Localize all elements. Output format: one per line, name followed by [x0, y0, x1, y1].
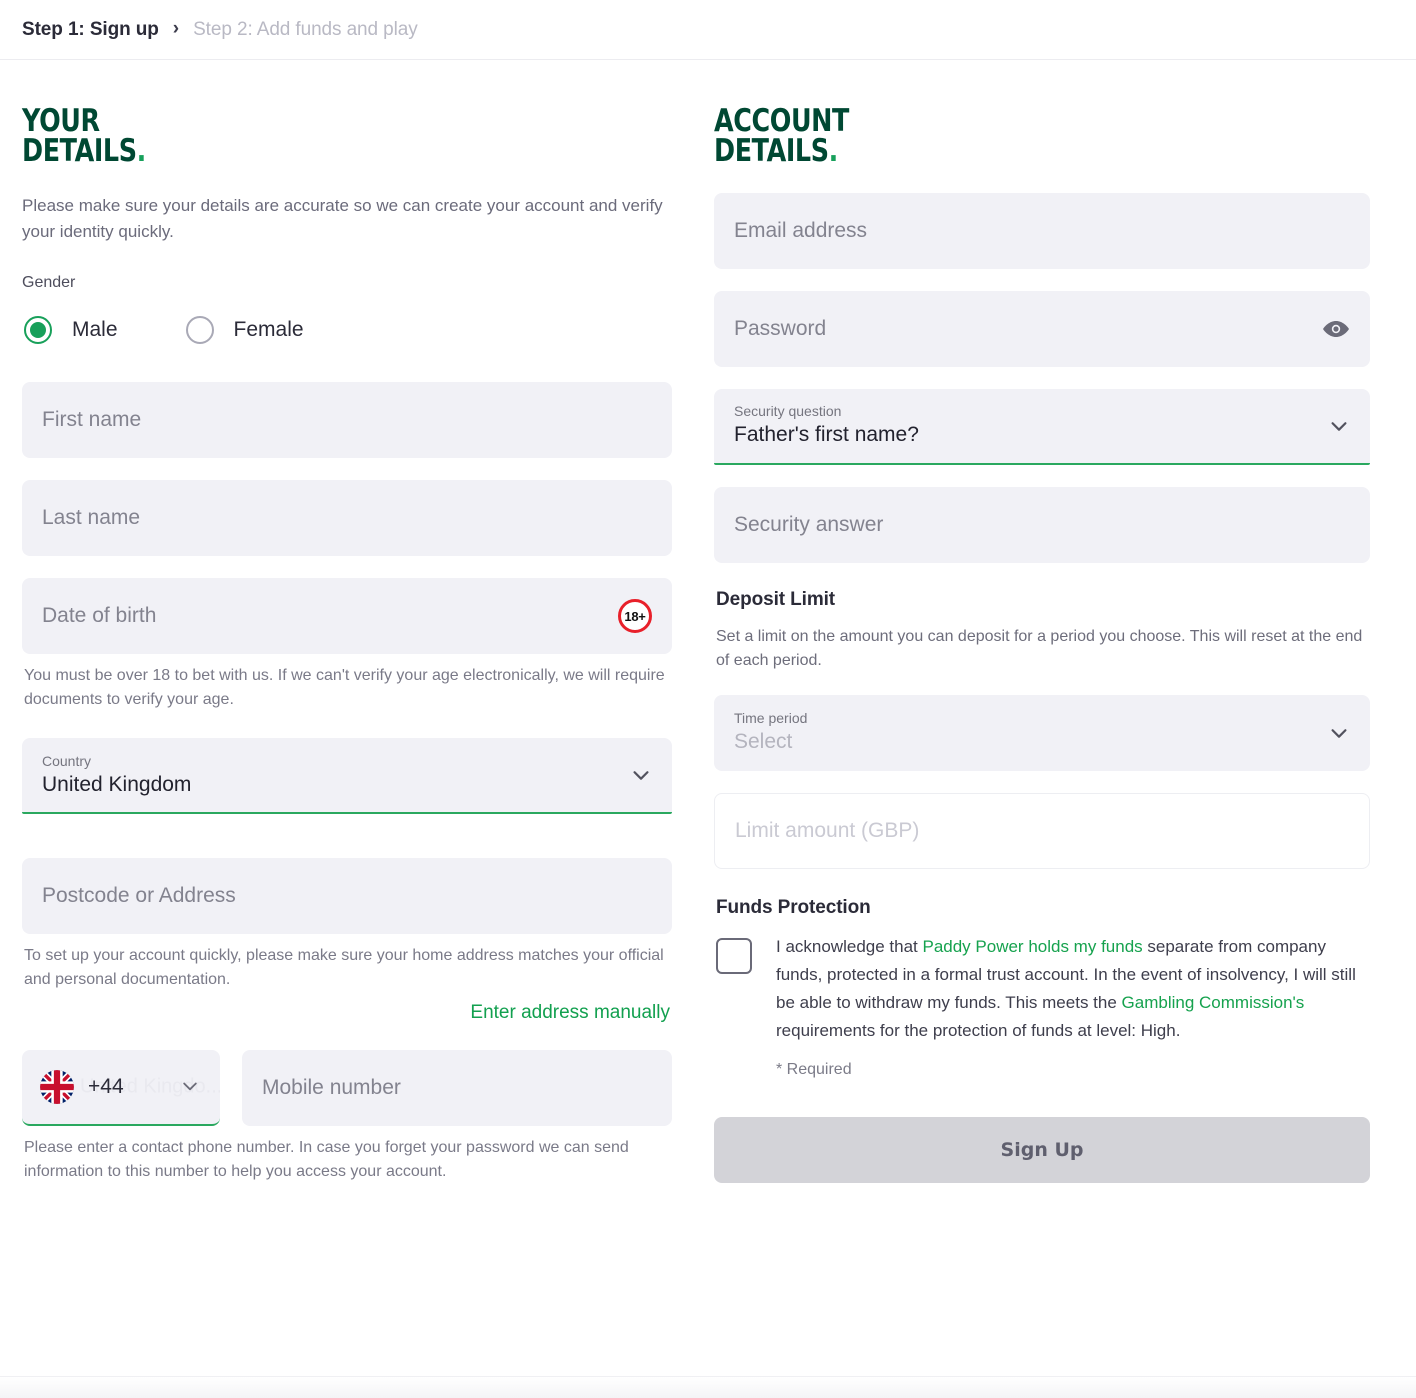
paddy-power-funds-link[interactable]: Paddy Power holds my funds [922, 937, 1142, 956]
funds-protection-title: Funds Protection [716, 896, 871, 918]
security-question-label: Security question [734, 403, 842, 420]
email-address-field[interactable]: Email address [714, 192, 1370, 269]
phone-number-row: United Kingdo... +44 Mobile number [22, 1050, 672, 1127]
first-name-placeholder: First name [42, 408, 142, 432]
country-label: Country [42, 753, 92, 770]
account-details-heading-line2: DETAILS [714, 133, 829, 170]
uk-flag-icon [40, 1070, 74, 1105]
security-answer-placeholder: Security answer [734, 512, 884, 536]
account-details-column: ACCOUNT DETAILS. Email address Password [700, 60, 1416, 1183]
security-question-select[interactable]: Security question Father's first name? [714, 388, 1370, 465]
phone-helper: Please enter a contact phone number. In … [24, 1139, 629, 1181]
age-restriction-18-plus-icon: 18+ [618, 599, 652, 634]
heading-dot: . [136, 133, 147, 170]
funds-protection-acknowledgement: I acknowledge that Paddy Power holds my … [716, 933, 1370, 1079]
chevron-down-icon-time-period[interactable] [1328, 722, 1350, 744]
security-answer-field[interactable]: Security answer [714, 486, 1370, 563]
sign-up-button[interactable]: Sign Up [714, 1116, 1370, 1183]
date-of-birth-field[interactable]: Date of birth 18+ [22, 578, 672, 655]
radio-icon-male[interactable] [24, 316, 52, 345]
postcode-placeholder: Postcode or Address [42, 884, 236, 908]
country-select[interactable]: Country United Kingdom [22, 738, 672, 815]
funds-protection-text: I acknowledge that Paddy Power holds my … [776, 933, 1370, 1045]
bottom-divider [0, 1376, 1416, 1398]
gender-label: Gender [22, 274, 76, 292]
your-details-intro: Please make sure your details are accura… [22, 195, 663, 241]
enter-address-manually-link[interactable]: Enter address manually [470, 1002, 670, 1023]
mobile-number-placeholder: Mobile number [262, 1076, 401, 1100]
ack-text-part-1: I acknowledge that [776, 936, 923, 956]
limit-amount-placeholder: Limit amount (GBP) [735, 818, 920, 842]
chevron-down-icon-security[interactable] [1328, 415, 1350, 437]
country-value: United Kingdom [42, 772, 192, 796]
ack-text-part-3: requirements for the protection of funds… [776, 1020, 1181, 1040]
address-helper: To set up your account quickly, please m… [24, 947, 664, 989]
form-columns: YOUR DETAILS. Please make sure your deta… [0, 60, 1416, 1184]
chevron-right-icon: › [172, 18, 180, 39]
dial-code-value: +44 [88, 1075, 124, 1099]
heading-dot-account: . [828, 133, 839, 170]
chevron-down-icon-dial[interactable] [180, 1076, 202, 1098]
signup-page: Step 1: Sign up › Step 2: Add funds and … [0, 0, 1416, 1398]
time-period-value: Select [734, 729, 793, 753]
first-name-field[interactable]: First name [22, 382, 672, 459]
deposit-limit-description: Set a limit on the amount you can deposi… [716, 627, 1363, 669]
time-period-select[interactable]: Time period Select [714, 694, 1370, 771]
your-details-column: YOUR DETAILS. Please make sure your deta… [0, 60, 700, 1184]
dial-code-select[interactable]: United Kingdo... +44 [22, 1050, 220, 1127]
date-of-birth-helper: You must be over 18 to bet with us. If w… [24, 667, 665, 709]
breadcrumb: Step 1: Sign up › Step 2: Add funds and … [0, 0, 1416, 60]
gender-option-female[interactable]: Female [185, 316, 304, 345]
deposit-limit-title: Deposit Limit [716, 588, 836, 610]
your-details-heading: YOUR DETAILS. [22, 106, 555, 167]
gender-option-male[interactable]: Male [24, 316, 118, 345]
toggle-password-visibility-eye-icon[interactable] [1322, 319, 1350, 339]
required-note: * Required [776, 1060, 852, 1078]
limit-amount-field[interactable]: Limit amount (GBP) [714, 792, 1370, 869]
password-placeholder: Password [734, 316, 827, 340]
postcode-or-address-field[interactable]: Postcode or Address [22, 858, 672, 935]
radio-icon-female[interactable] [185, 316, 214, 345]
gambling-commission-link[interactable]: Gambling Commission's [1122, 993, 1305, 1012]
breadcrumb-step-2: Step 2: Add funds and play [193, 18, 418, 40]
mobile-number-field[interactable]: Mobile number [242, 1050, 672, 1127]
gender-radio-group: Male Female [22, 316, 672, 345]
your-details-heading-line2: DETAILS [22, 133, 137, 170]
funds-protection-checkbox[interactable] [716, 937, 752, 974]
last-name-field[interactable]: Last name [22, 480, 672, 557]
chevron-down-icon[interactable] [630, 764, 652, 786]
gender-option-male-label: Male [72, 318, 118, 342]
password-field[interactable]: Password [714, 290, 1370, 367]
email-placeholder: Email address [734, 218, 868, 242]
date-of-birth-placeholder: Date of birth [42, 604, 157, 628]
last-name-placeholder: Last name [42, 506, 141, 530]
account-details-heading: ACCOUNT DETAILS. [714, 106, 1252, 167]
security-question-value: Father's first name? [734, 422, 919, 446]
breadcrumb-step-1[interactable]: Step 1: Sign up [22, 19, 159, 41]
time-period-label: Time period [734, 710, 808, 727]
enter-address-manually-row: Enter address manually [22, 1002, 670, 1024]
gender-option-female-label: Female [233, 318, 304, 342]
